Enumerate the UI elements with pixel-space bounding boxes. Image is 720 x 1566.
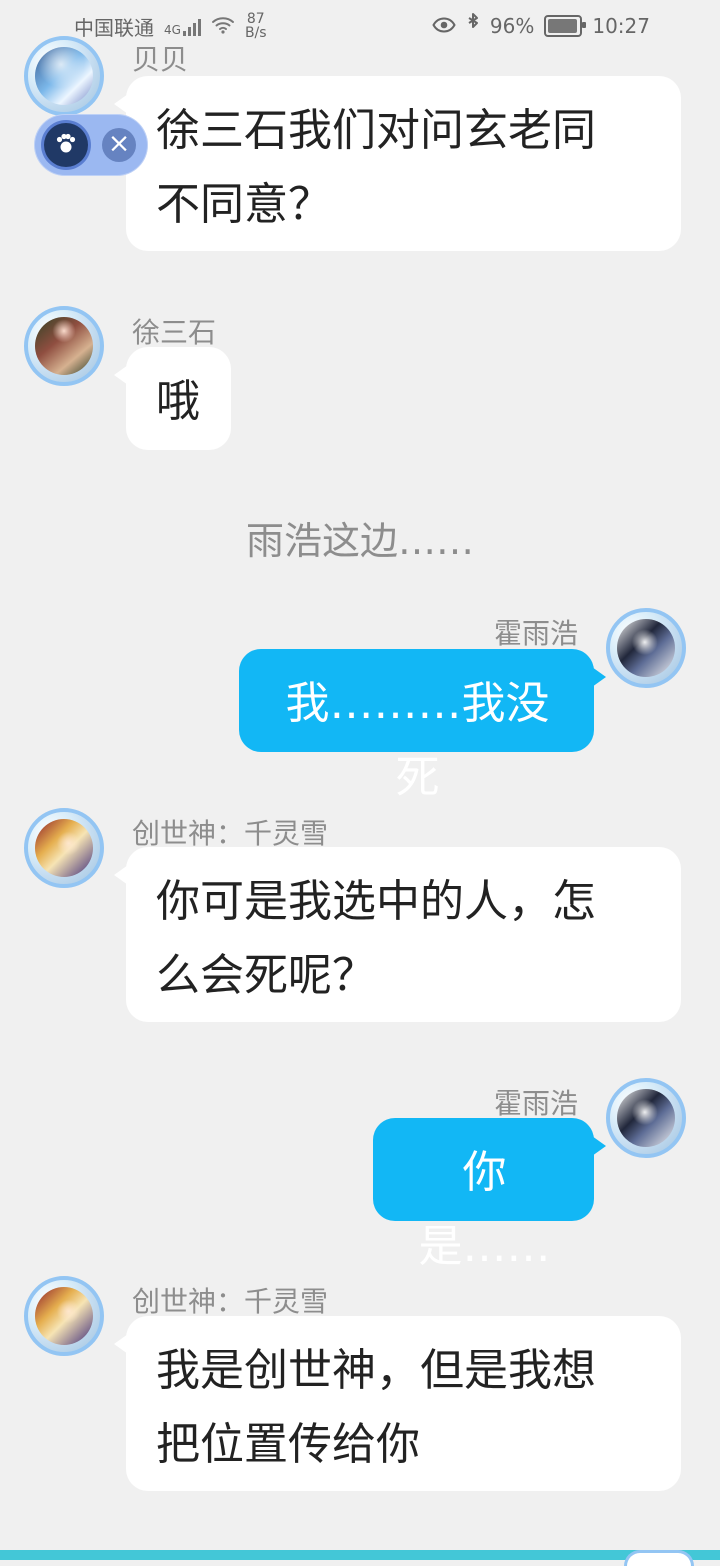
- avatar[interactable]: [24, 1276, 104, 1356]
- avatar[interactable]: [24, 36, 104, 116]
- avatar[interactable]: [24, 306, 104, 386]
- avatar[interactable]: [606, 1078, 686, 1158]
- message-bubble[interactable]: 我是创世神，但是我想 把位置传给你: [114, 1316, 681, 1491]
- message-bubble[interactable]: 我………我没死: [239, 649, 606, 803]
- floating-badge[interactable]: ×: [34, 114, 148, 176]
- sender-name: 创世神：千灵雪: [132, 1285, 329, 1318]
- sender-name: 霍雨浩: [494, 1087, 579, 1120]
- sender-name: 创世神：千灵雪: [132, 817, 329, 850]
- sender-name: 徐三石: [132, 316, 217, 349]
- message-bubble[interactable]: 你可是我选中的人，怎 么会死呢？: [114, 847, 681, 1022]
- message-bubble[interactable]: 哦: [114, 347, 231, 450]
- paw-icon[interactable]: [44, 123, 88, 167]
- sender-name: 贝贝: [132, 43, 189, 76]
- sender-name: 霍雨浩: [494, 617, 579, 650]
- message-bubble[interactable]: 徐三石我们对问玄老同 不同意？: [114, 76, 681, 251]
- avatar-peek: [624, 1550, 694, 1566]
- message-bubble[interactable]: 你是……: [373, 1118, 606, 1272]
- chat-area: 贝贝 徐三石我们对问玄老同 不同意？ × 徐三石 哦 雨浩这边…… 霍雨浩 我……: [0, 0, 720, 1566]
- system-message: 雨浩这边……: [245, 519, 474, 563]
- close-icon[interactable]: ×: [102, 128, 136, 162]
- avatar[interactable]: [606, 608, 686, 688]
- avatar[interactable]: [24, 808, 104, 888]
- bottom-strip: [0, 1550, 720, 1560]
